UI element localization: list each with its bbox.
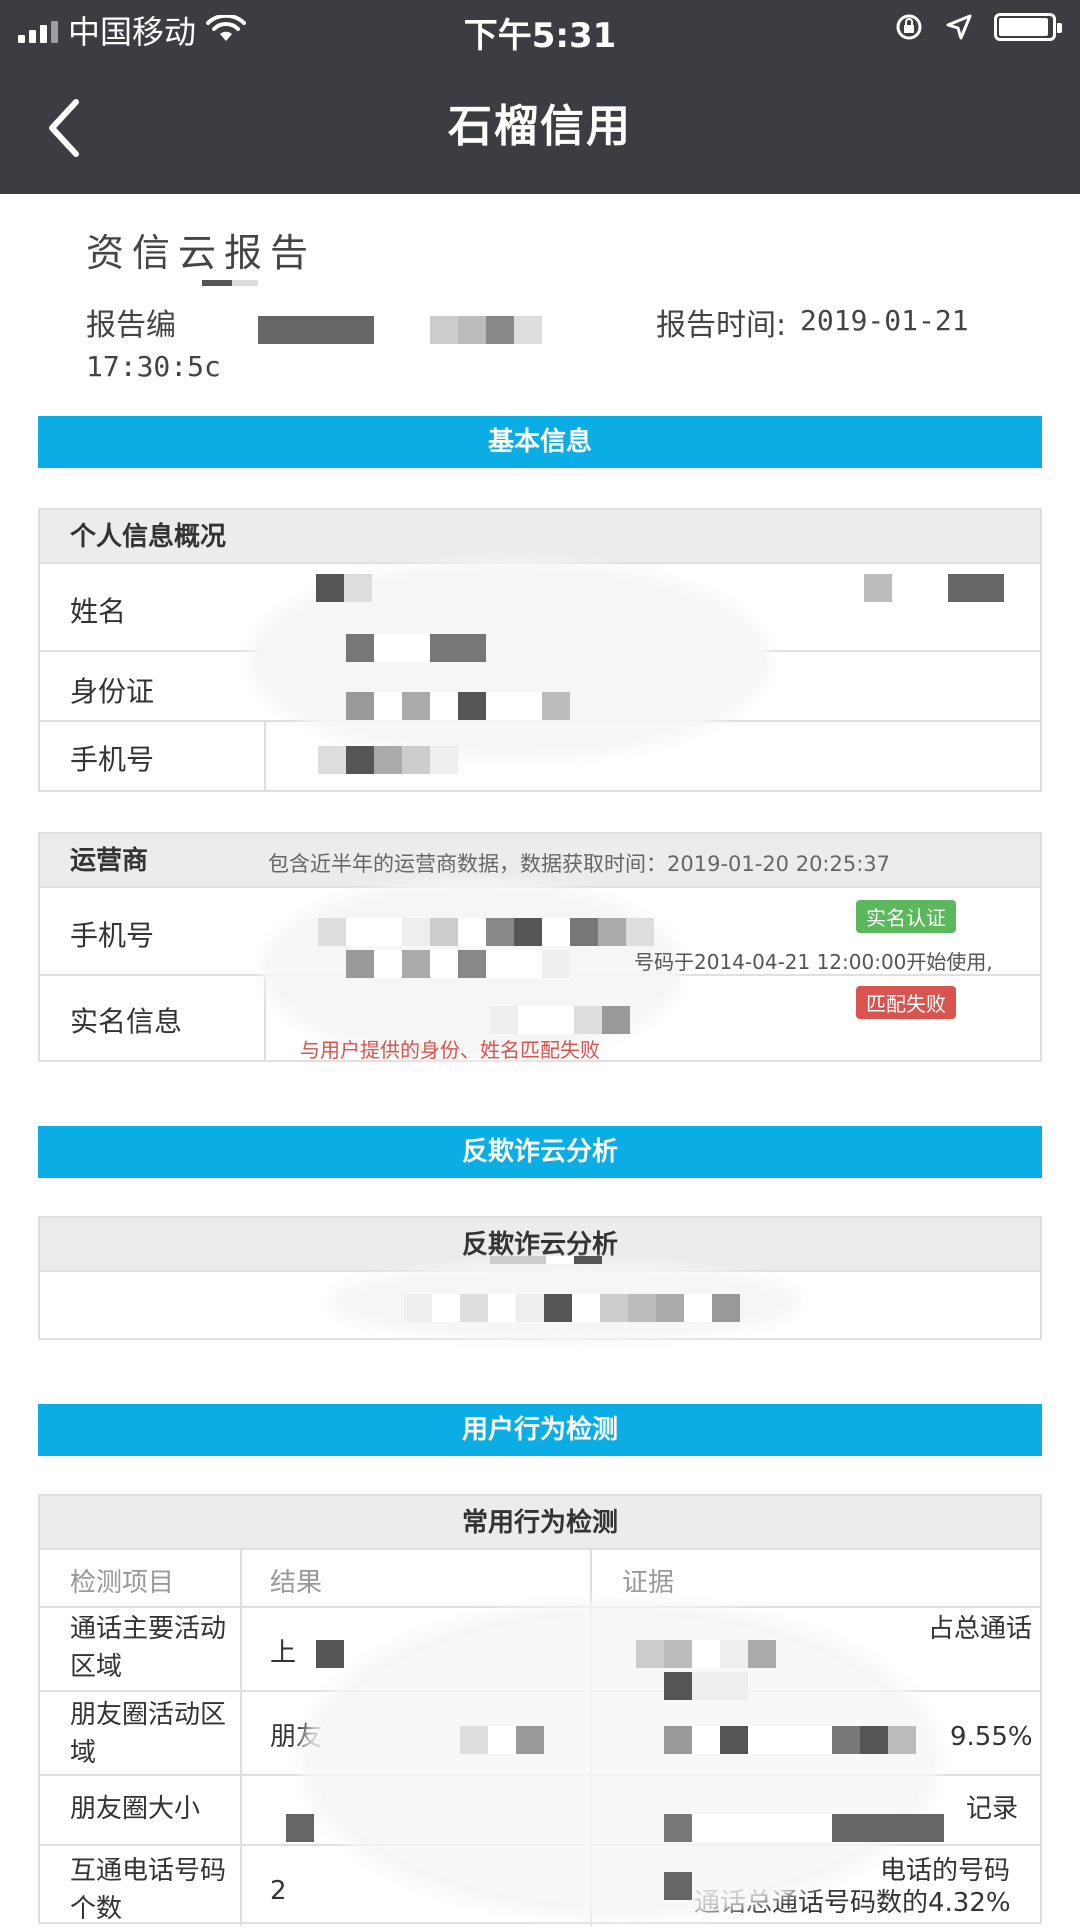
behavior-item: 通话主要活动区域 xyxy=(70,1614,227,1682)
page-title: 石榴信用 xyxy=(448,101,632,152)
behavior-redacted xyxy=(286,1814,314,1842)
name-redacted xyxy=(316,574,372,602)
behavior-redacted xyxy=(664,1872,692,1900)
report-time-label: 报告时间: xyxy=(656,308,787,343)
behavior-result: 上 xyxy=(270,1638,297,1668)
phone-redacted xyxy=(318,746,458,774)
row-label-realname: 实名信息 xyxy=(70,1005,183,1038)
tag-realname-verified: 实名认证 xyxy=(856,900,956,933)
behavior-redacted xyxy=(460,1726,544,1754)
behavior-evidence: 占总通话 xyxy=(928,1614,1033,1644)
row-label-id: 身份证 xyxy=(70,675,155,708)
carrier-phone-redacted-2 xyxy=(346,950,570,978)
realname-redacted xyxy=(490,1006,630,1034)
personal-info-header: 个人信息概况 xyxy=(40,510,1040,564)
behavior-redacted xyxy=(664,1672,748,1700)
status-right xyxy=(894,12,1062,42)
row-label-phone: 手机号 xyxy=(70,743,155,776)
behavior-evidence: 记录 xyxy=(966,1794,1019,1824)
carrier-phone-redacted xyxy=(318,918,654,946)
nav-bar: 石榴信用 xyxy=(0,62,1080,194)
carrier-header-label: 运营商 xyxy=(70,846,149,876)
behavior-item: 朋友圈大小 xyxy=(70,1794,201,1824)
report-time-value: 2019-01-21 xyxy=(800,304,969,337)
behavior-redacted xyxy=(664,1726,916,1754)
table-column-header-row xyxy=(40,1550,1040,1608)
column-header-item: 检测项目 xyxy=(70,1568,175,1598)
id-redacted xyxy=(346,634,486,662)
behavior-item: 互通电话号码个数 xyxy=(70,1856,227,1924)
section-user-behavior: 用户行为检测 xyxy=(38,1404,1042,1456)
behavior-redacted xyxy=(316,1640,344,1668)
name-redacted-2 xyxy=(864,574,1004,602)
id-redacted-2 xyxy=(346,692,570,720)
carrier-data-note: 包含近半年的运营商数据，数据获取时间：2019-01-20 20:25:37 xyxy=(268,852,891,876)
behavior-evidence: 9.55% xyxy=(950,1722,1033,1752)
carrier-start-note: 号码于2014-04-21 12:00:00开始使用, xyxy=(634,950,993,974)
battery-icon xyxy=(994,13,1062,41)
realname-mismatch-note: 与用户提供的身份、姓名匹配失败 xyxy=(300,1038,600,1062)
status-bar: 中国移动 下午5:31 xyxy=(0,0,1080,62)
anti-fraud-redacted xyxy=(404,1294,740,1322)
behavior-result: 2 xyxy=(270,1876,287,1906)
section-basic-info: 基本信息 xyxy=(38,416,1042,468)
report-title: 资信云报告 xyxy=(86,231,317,275)
title-underline xyxy=(202,280,258,286)
section-anti-fraud: 反欺诈云分析 xyxy=(38,1126,1042,1178)
report-time-clock: 17:30:5c xyxy=(86,350,221,383)
report-number-label: 报告编 xyxy=(86,308,176,343)
report-number-redacted xyxy=(258,316,542,344)
column-header-result: 结果 xyxy=(270,1568,323,1598)
row-label-name: 姓名 xyxy=(70,595,127,628)
behavior-redacted xyxy=(636,1640,776,1668)
tag-match-failed: 匹配失败 xyxy=(856,986,956,1019)
behavior-item: 朋友圈活动区域 xyxy=(70,1700,227,1768)
column-header-evidence: 证据 xyxy=(622,1568,675,1598)
redaction-blur xyxy=(300,1600,940,1920)
location-icon xyxy=(946,14,972,40)
behavior-redacted xyxy=(664,1814,944,1842)
row-label-carrier-phone: 手机号 xyxy=(70,919,155,952)
behavior-header: 常用行为检测 xyxy=(40,1496,1040,1550)
orientation-lock-icon xyxy=(896,14,922,40)
anti-fraud-redacted-top xyxy=(490,1256,602,1264)
